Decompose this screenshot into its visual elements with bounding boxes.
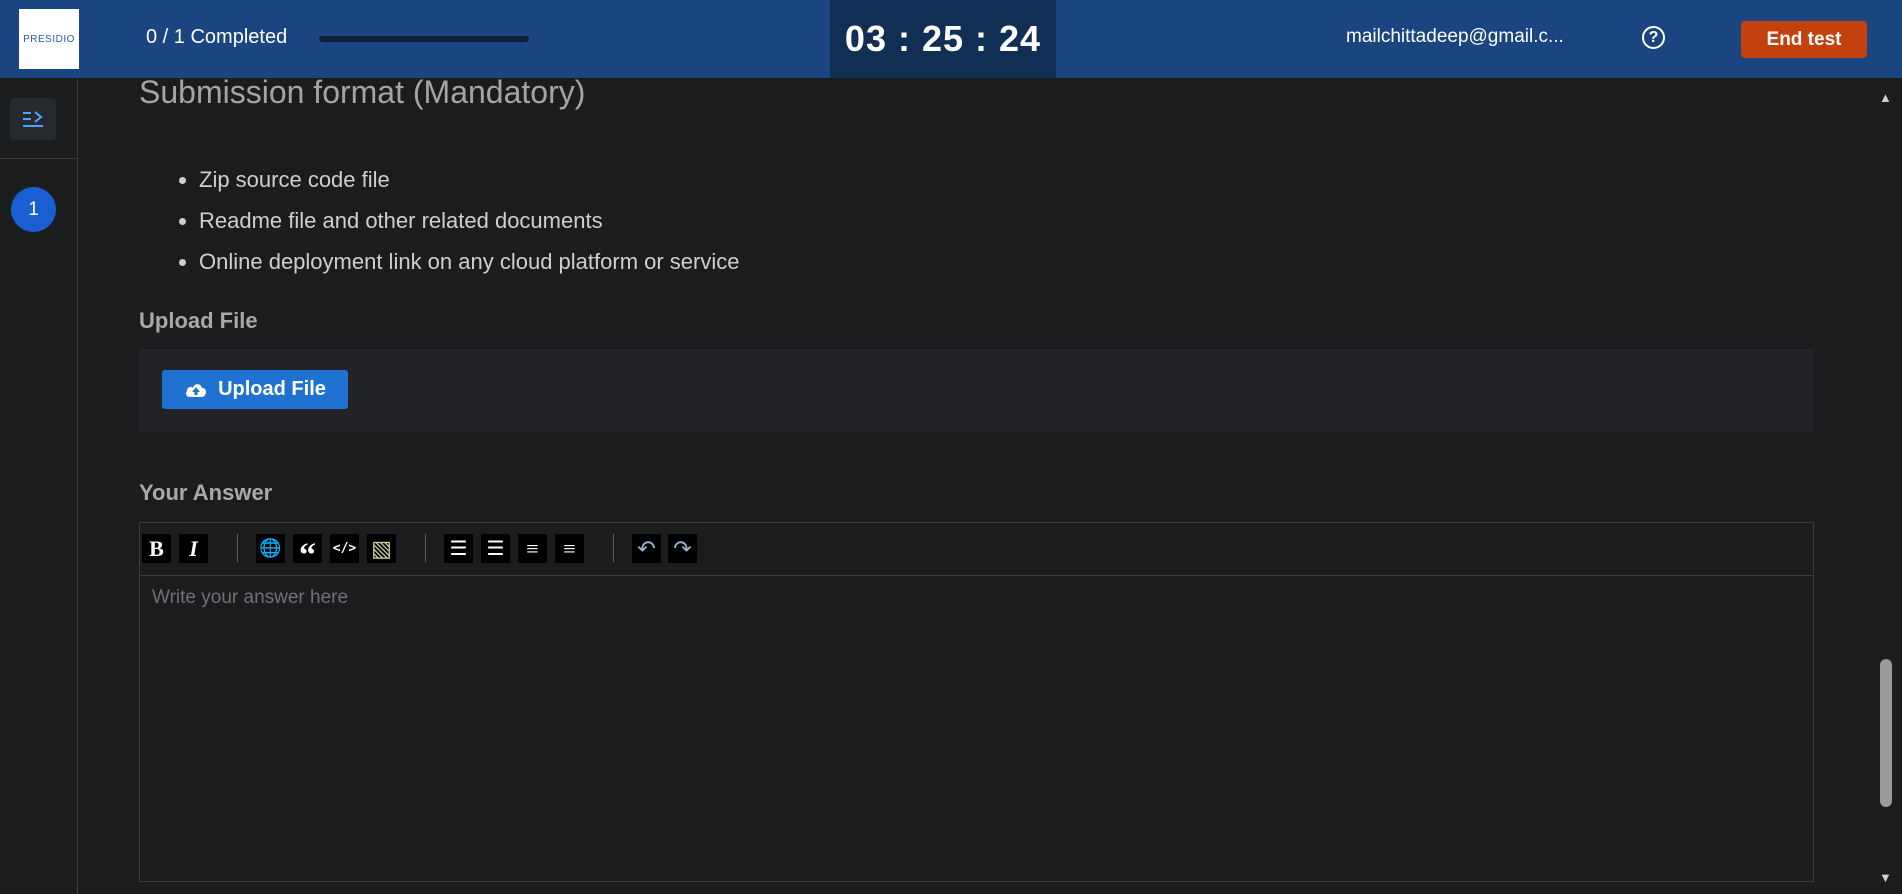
question-circle-icon[interactable]: ? xyxy=(1642,26,1665,49)
question-sidebar: 1 xyxy=(0,78,78,894)
timer-panel: 03 : 25 : 24 xyxy=(830,0,1056,78)
undo-button[interactable]: ↶ xyxy=(632,534,661,563)
quote-button[interactable]: “ xyxy=(293,534,322,574)
upload-panel: Upload File xyxy=(139,349,1814,432)
upload-file-label: Upload File xyxy=(139,308,258,333)
progress-bar xyxy=(319,36,529,42)
answer-input[interactable] xyxy=(140,575,1813,881)
toolbar-divider xyxy=(237,534,238,562)
upload-button-label: Upload File xyxy=(218,378,326,400)
numbered-list-icon: ☰ xyxy=(449,538,468,560)
list-item: Readme file and other related documents xyxy=(199,204,740,245)
redo-icon: ↷ xyxy=(673,535,692,561)
heading-button[interactable]: ≡ xyxy=(518,534,547,563)
image-icon: ▧ xyxy=(371,535,392,561)
numbered-list-button[interactable]: ☰ xyxy=(444,534,473,563)
bold-button[interactable]: B xyxy=(142,534,171,563)
timer-separator: : xyxy=(964,18,1000,59)
progress-text: 0 / 1 Completed xyxy=(146,26,288,48)
horizontal-rule-button[interactable]: ≡ xyxy=(555,534,584,563)
timer-hours: 03 xyxy=(844,18,887,59)
quote-icon: “ xyxy=(299,536,316,574)
answer-editor: B I 🌐 “ </> ▧ ☰ ☰ ≡ ≡ ↶ ↷ xyxy=(139,522,1814,882)
upload-file-button[interactable]: Upload File xyxy=(162,370,348,409)
timer-minutes: 25 xyxy=(921,18,965,59)
undo-icon: ↶ xyxy=(637,535,656,561)
top-bar: PRESIDIO 0 / 1 Completed 03 : 25 : 24 ma… xyxy=(0,0,1902,78)
end-test-button[interactable]: End test xyxy=(1741,21,1867,58)
editor-toolbar: B I 🌐 “ </> ▧ ☰ ☰ ≡ ≡ ↶ ↷ xyxy=(140,523,1813,576)
your-answer-label: Your Answer xyxy=(139,480,273,505)
globe-link-icon: 🌐 xyxy=(259,538,282,558)
code-icon: </> xyxy=(332,541,357,556)
image-button[interactable]: ▧ xyxy=(367,534,396,563)
timer-seconds: 24 xyxy=(999,18,1042,59)
logo-text: PRESIDIO xyxy=(23,33,75,45)
toolbar-divider xyxy=(425,534,426,562)
list-item: Zip source code file xyxy=(199,163,740,204)
presidio-logo: PRESIDIO xyxy=(19,9,79,69)
heading-icon: ≡ xyxy=(526,535,539,561)
sidebar-divider xyxy=(0,158,78,159)
bulleted-list-icon: ☰ xyxy=(486,538,505,560)
section-heading: Submission format (Mandatory) xyxy=(139,74,586,110)
sidebar-toggle-button[interactable] xyxy=(10,98,56,140)
scrollbar-thumb[interactable] xyxy=(1880,659,1892,807)
panel-expand-icon xyxy=(23,111,43,127)
horizontal-rule-icon: ≡ xyxy=(563,535,576,561)
bulleted-list-button[interactable]: ☰ xyxy=(481,534,510,563)
user-email[interactable]: mailchittadeep@gmail.c... xyxy=(1346,26,1564,48)
bold-icon: B xyxy=(149,535,164,561)
countdown-timer: 03 : 25 : 24 xyxy=(845,18,1041,60)
scroll-up-arrow-icon[interactable]: ▲ xyxy=(1879,90,1892,105)
redo-button[interactable]: ↷ xyxy=(668,534,697,563)
scroll-down-arrow-icon[interactable]: ▼ xyxy=(1879,870,1892,885)
submission-format-list: Zip source code file Readme file and oth… xyxy=(171,163,740,286)
question-number-button[interactable]: 1 xyxy=(11,187,56,232)
list-item: Online deployment link on any cloud plat… xyxy=(199,245,740,286)
page-scrollbar[interactable]: ▲ ▼ xyxy=(1876,78,1902,894)
code-button[interactable]: </> xyxy=(330,534,359,563)
link-button[interactable]: 🌐 xyxy=(256,534,285,563)
italic-button[interactable]: I xyxy=(179,534,208,563)
italic-icon: I xyxy=(189,535,198,561)
cloud-upload-icon xyxy=(186,383,207,397)
toolbar-divider xyxy=(613,534,614,562)
timer-separator: : xyxy=(886,18,922,59)
